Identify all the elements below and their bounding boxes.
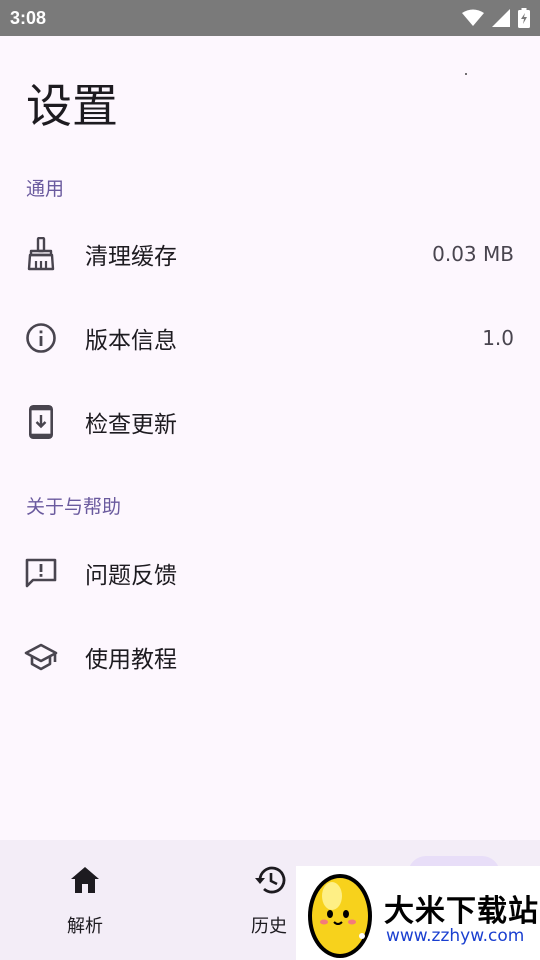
page-title: 设置 [26,79,118,133]
setting-label: 检查更新 [85,412,177,438]
info-icon [24,321,58,355]
nav-item-parse[interactable]: 解析 [40,860,130,938]
setting-label: 问题反馈 [85,563,177,589]
school-icon [24,640,58,674]
setting-tutorial[interactable]: 使用教程 [0,615,540,699]
home-icon [40,860,130,900]
battery-icon [518,8,530,28]
phone-download-icon [24,405,58,439]
setting-label: 清理缓存 [85,244,177,270]
setting-label: 使用教程 [85,647,177,673]
watermark-url: www.zzhyw.com [386,926,525,946]
cache-size-value: 0.03 MB [432,242,514,266]
setting-label: 版本信息 [85,328,177,354]
setting-check-update[interactable]: 检查更新 [0,380,540,464]
setting-version-info[interactable]: 版本信息 1.0 [0,296,540,380]
watermark-title: 大米下载站 [384,894,539,929]
status-icons [462,8,530,28]
version-value: 1.0 [482,326,514,350]
wifi-icon [462,9,484,26]
status-time: 3:08 [10,7,47,28]
egg-mascot-icon [308,874,372,958]
menu-dot [465,73,467,75]
feedback-icon [24,556,58,590]
section-header-general: 通用 [26,178,65,200]
setting-feedback[interactable]: 问题反馈 [0,531,540,615]
signal-icon [492,9,510,27]
status-bar: 3:08 [0,0,540,36]
nav-label-parse: 解析 [67,916,103,937]
setting-clear-cache[interactable]: 清理缓存 0.03 MB [0,212,540,296]
watermark-overlay: 大米下载站 www.zzhyw.com [296,866,540,960]
broom-icon [24,237,58,271]
section-header-about: 关于与帮助 [26,496,122,518]
